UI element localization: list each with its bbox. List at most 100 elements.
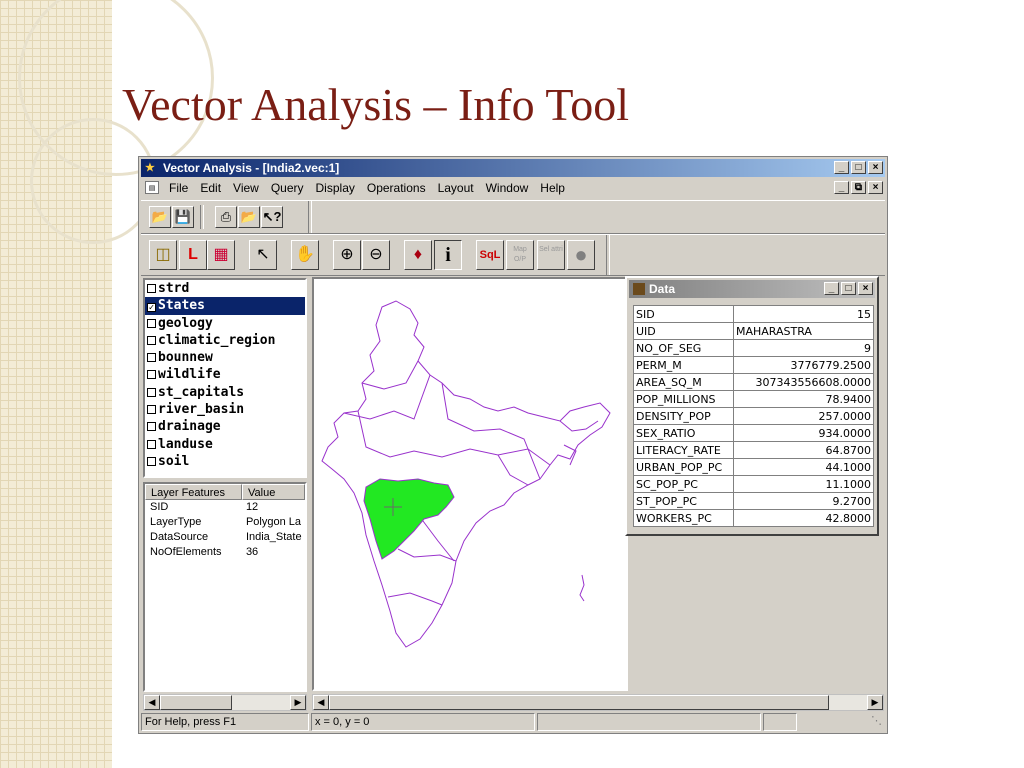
attribute-name: SC_POP_PC	[633, 475, 734, 493]
map-view[interactable]	[312, 277, 628, 691]
open-file-button[interactable]: 📂	[238, 206, 260, 228]
state-border	[343, 374, 431, 420]
layer-checkbox[interactable]	[147, 335, 156, 345]
table-row: DataSource India_State	[145, 530, 305, 545]
circle-button[interactable]: ●	[567, 240, 595, 270]
attribute-value: 257.0000	[733, 407, 874, 425]
table-row: DENSITY_POP 257.0000	[633, 407, 874, 425]
status-coordinates: x = 0, y = 0	[311, 713, 535, 731]
select-pointer-button[interactable]: ↖	[249, 240, 277, 270]
layer-item-states[interactable]: ✓ States	[145, 297, 305, 315]
layer-checkbox[interactable]	[147, 318, 156, 328]
maximize-button[interactable]: □	[851, 161, 866, 174]
zoom-out-button[interactable]: ⊖	[362, 240, 390, 270]
toolbar-separator	[606, 235, 610, 275]
highlighted-state-maharashtra[interactable]	[363, 478, 455, 560]
context-help-button[interactable]: ↖?	[261, 206, 283, 228]
select-attribute-button[interactable]: Sel attri	[537, 240, 565, 270]
layer-item-river_basin[interactable]: river_basin	[145, 401, 305, 418]
resize-grip-icon[interactable]: ⋱	[799, 713, 885, 731]
layer-checkbox[interactable]: ✓	[147, 303, 156, 313]
layer-item-soil[interactable]: soil	[145, 453, 305, 470]
column-header-value[interactable]: Value	[242, 484, 305, 500]
layer-checkbox[interactable]	[147, 439, 156, 449]
menu-item-operations[interactable]: Operations	[367, 178, 426, 198]
scroll-right-arrow[interactable]: ▶	[867, 695, 883, 710]
scroll-thumb[interactable]	[160, 695, 232, 710]
status-panel	[537, 713, 761, 731]
layers-button[interactable]: ◫	[149, 240, 177, 270]
layer-checkbox[interactable]	[147, 387, 156, 397]
table-row: AREA_SQ_M 307343556608.0000	[633, 373, 874, 391]
layer-item-geology[interactable]: geology	[145, 315, 305, 332]
layer-item-wildlife[interactable]: wildlife	[145, 366, 305, 383]
menu-item-window[interactable]: Window	[486, 178, 529, 198]
layer-checkbox[interactable]	[147, 370, 156, 380]
column-header-layer-features[interactable]: Layer Features	[145, 484, 242, 500]
minimize-button[interactable]: _	[834, 161, 849, 174]
attribute-value: 9.2700	[733, 492, 874, 510]
scroll-thumb[interactable]	[329, 695, 829, 710]
layer-item-climatic_region[interactable]: climatic_region	[145, 332, 305, 349]
layer-item-st_capitals[interactable]: st_capitals	[145, 384, 305, 401]
scroll-left-arrow[interactable]: ◀	[313, 695, 329, 710]
print-button[interactable]: ⎙	[215, 206, 237, 228]
data-window-titlebar[interactable]: Data _ □ ×	[629, 280, 875, 298]
open-folder-button[interactable]: 📂	[149, 206, 171, 228]
zoom-in-button[interactable]: ⊕	[333, 240, 361, 270]
menu-item-file[interactable]: File	[169, 178, 188, 198]
menu-item-edit[interactable]: Edit	[200, 178, 221, 198]
scroll-left-arrow[interactable]: ◀	[144, 695, 160, 710]
data-minimize-button[interactable]: _	[824, 282, 839, 295]
scroll-right-arrow[interactable]: ▶	[290, 695, 306, 710]
table-row: NO_OF_SEG 9	[633, 339, 874, 357]
data-maximize-button[interactable]: □	[841, 282, 856, 295]
layer-item-bounnew[interactable]: bounnew	[145, 349, 305, 366]
layer-list[interactable]: strd ✓ States geology climatic_regionbounnew…	[143, 278, 307, 478]
attribute-name: AREA_SQ_M	[633, 373, 734, 391]
menu-item-layout[interactable]: Layout	[438, 178, 474, 198]
attribute-name: SEX_RATIO	[633, 424, 734, 442]
layer-item-drainage[interactable]: drainage	[145, 418, 305, 435]
attribute-name: WORKERS_PC	[633, 509, 734, 527]
attribute-value: 934.0000	[733, 424, 874, 442]
layer-panel-scrollbar[interactable]: ◀ ▶	[143, 694, 307, 711]
child-minimize-button[interactable]: _	[834, 181, 849, 194]
palette-button[interactable]: ▦	[207, 240, 235, 270]
layer-checkbox[interactable]	[147, 284, 156, 293]
map-output-button[interactable]: Map O/P	[506, 240, 534, 270]
attribute-name: UID	[633, 322, 734, 340]
layer-checkbox[interactable]	[147, 456, 156, 466]
info-tool-button[interactable]: i	[434, 240, 462, 270]
child-restore-button[interactable]: ⧉	[851, 181, 866, 194]
india-map[interactable]	[314, 279, 626, 689]
layer-checkbox[interactable]	[147, 353, 156, 363]
data-close-button[interactable]: ×	[858, 282, 873, 295]
menu-item-view[interactable]: View	[233, 178, 259, 198]
child-close-button[interactable]: ×	[868, 181, 883, 194]
layout-button[interactable]: L	[179, 240, 207, 270]
layer-label: wildlife	[158, 367, 221, 383]
map-scrollbar[interactable]: ◀ ▶	[312, 694, 884, 711]
tag-button[interactable]: ♦	[404, 240, 432, 270]
sql-button[interactable]: SqL	[476, 240, 504, 270]
document-icon[interactable]: ▤	[145, 181, 159, 194]
close-button[interactable]: ×	[868, 161, 883, 174]
pan-hand-button[interactable]: ✋	[291, 240, 319, 270]
layer-checkbox[interactable]	[147, 405, 156, 415]
menu-item-display[interactable]: Display	[316, 178, 355, 198]
layer-item-landuse[interactable]: landuse	[145, 436, 305, 453]
layer-label: climatic_region	[158, 332, 276, 348]
save-button[interactable]: 💾	[172, 206, 194, 228]
attribute-name: SID	[633, 305, 734, 323]
attribute-value: 42.8000	[733, 509, 874, 527]
menu-item-help[interactable]: Help	[540, 178, 565, 198]
layer-checkbox[interactable]	[147, 422, 156, 432]
window-titlebar[interactable]: ★ Vector Analysis - [India2.vec:1] _ □ ×	[141, 159, 885, 177]
layer-item-strd[interactable]: strd	[145, 280, 305, 297]
toolbar-separator	[200, 205, 204, 229]
menu-item-query[interactable]: Query	[271, 178, 304, 198]
layer-label: bounnew	[158, 350, 213, 366]
attribute-name: URBAN_POP_PC	[633, 458, 734, 476]
status-help-text: For Help, press F1	[141, 713, 309, 731]
